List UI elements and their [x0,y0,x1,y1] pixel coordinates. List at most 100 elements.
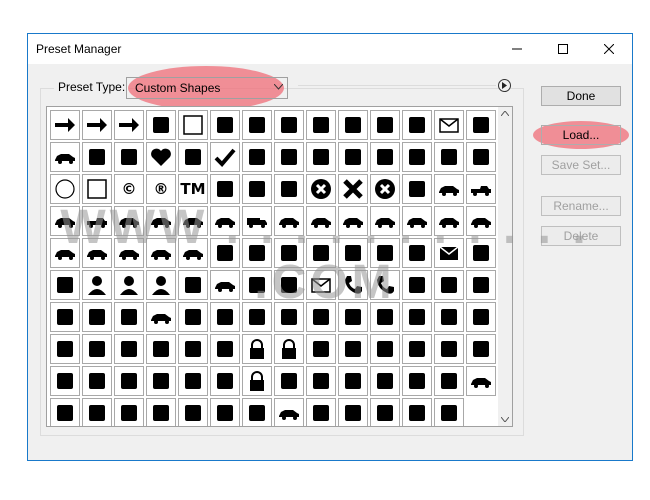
scroll-up-icon[interactable] [501,111,509,116]
shape-jar[interactable] [306,398,336,426]
shape-car-13[interactable] [114,238,144,268]
shape-close-circle[interactable] [306,174,336,204]
shape-puzzle[interactable] [434,398,464,426]
shape-lightning[interactable] [274,110,304,140]
shape-stopwatch[interactable] [274,366,304,396]
shape-first-aid[interactable] [178,334,208,364]
minimize-button[interactable] [494,34,540,64]
shape-cocktail[interactable] [434,366,464,396]
shape-lock[interactable] [242,334,272,364]
shape-share[interactable] [306,238,336,268]
preset-type-select[interactable]: Custom Shapes [126,77,288,99]
shape-gift[interactable] [210,302,240,332]
shape-puzzle-piece[interactable] [178,142,208,172]
shape-checkmark[interactable] [210,142,240,172]
shape-copyright[interactable]: © [114,174,144,204]
shape-car-10[interactable] [466,206,496,236]
shape-idea[interactable] [242,302,272,332]
shape-diagonal-lines[interactable] [338,142,368,172]
shape-mail[interactable] [434,238,464,268]
shape-plug-2[interactable] [178,366,208,396]
shape-car-5[interactable] [306,206,336,236]
shape-arrow-medium[interactable] [82,110,112,140]
shape-info[interactable] [338,334,368,364]
shape-car-14[interactable] [146,238,176,268]
shape-car-8[interactable] [402,206,432,236]
shape-picture[interactable] [210,398,240,426]
shape-starburst[interactable] [306,110,336,140]
shape-arrow-bold[interactable] [114,110,144,140]
shape-bird[interactable] [370,238,400,268]
shape-paw-print[interactable] [466,142,496,172]
shape-sd-card[interactable] [274,398,304,426]
shape-tree[interactable] [210,174,240,204]
shape-beer[interactable] [370,366,400,396]
shape-laptop[interactable] [370,302,400,332]
shape-facebook[interactable] [242,238,272,268]
shape-pencil[interactable] [466,238,496,268]
shape-wallet[interactable] [178,302,208,332]
shape-camera[interactable] [178,398,208,426]
shape-newspaper[interactable] [274,270,304,300]
shape-briefcase[interactable] [114,302,144,332]
shape-eye[interactable] [242,398,272,426]
shape-tablet[interactable] [434,270,464,300]
shape-car-11[interactable] [50,238,80,268]
shape-pickup-2[interactable] [82,206,112,236]
shape-target[interactable] [242,142,272,172]
shape-lollipop[interactable] [338,398,368,426]
shape-trash[interactable] [178,270,208,300]
shape-car-9[interactable] [434,206,464,236]
delete-button[interactable]: Delete [541,226,621,246]
shape-notebook[interactable] [338,302,368,332]
shape-light-bulb[interactable] [370,110,400,140]
maximize-button[interactable] [540,34,586,64]
done-button[interactable]: Done [541,86,621,106]
shape-chat[interactable] [402,238,432,268]
shape-car-7[interactable] [370,206,400,236]
shape-car-15[interactable] [178,238,208,268]
shape-van[interactable] [146,206,176,236]
shape-user-female[interactable] [146,270,176,300]
shape-id-card[interactable] [466,366,496,396]
shape-user[interactable] [82,270,112,300]
shape-heart[interactable] [146,142,176,172]
shape-phone-2[interactable] [370,270,400,300]
shape-home[interactable] [274,174,304,204]
shape-cd[interactable] [50,366,80,396]
shape-network[interactable] [82,398,112,426]
shape-car-4[interactable] [274,206,304,236]
shape-square-frame[interactable] [82,174,112,204]
shape-phone[interactable] [338,270,368,300]
shape-frame-square[interactable] [178,110,208,140]
shape-rss[interactable] [338,238,368,268]
shape-calendar[interactable] [306,302,336,332]
shape-floppy[interactable] [82,366,112,396]
shape-ipod[interactable] [466,270,496,300]
shape-truck[interactable] [242,206,272,236]
shape-car-12[interactable] [82,238,112,268]
shape-blank-card[interactable] [50,142,80,172]
shape-speech-bubble[interactable] [306,142,336,172]
shape-clipboard[interactable] [402,334,432,364]
shape-car-2[interactable] [178,206,208,236]
shape-arrow-thin[interactable] [50,110,80,140]
shape-mouse[interactable] [466,334,496,364]
shape-sedan[interactable] [50,206,80,236]
shape-unlock[interactable] [274,334,304,364]
shape-book[interactable] [242,270,272,300]
shape-mobile[interactable] [402,270,432,300]
shape-registered[interactable]: ® [146,174,176,204]
shape-wine[interactable] [402,366,432,396]
load-button[interactable]: Load... [541,125,621,145]
shape-mug[interactable] [338,366,368,396]
shape-no-sign[interactable] [274,142,304,172]
shape-printer[interactable] [146,398,176,426]
shape-browser[interactable] [466,302,496,332]
shape-fleur-de-lis[interactable] [82,142,112,172]
save-set-button[interactable]: Save Set... [541,155,621,175]
shape-outlet[interactable] [210,366,240,396]
shape-envelope-open[interactable] [306,270,336,300]
shape-chip[interactable] [114,366,144,396]
shape-document[interactable] [50,398,80,426]
